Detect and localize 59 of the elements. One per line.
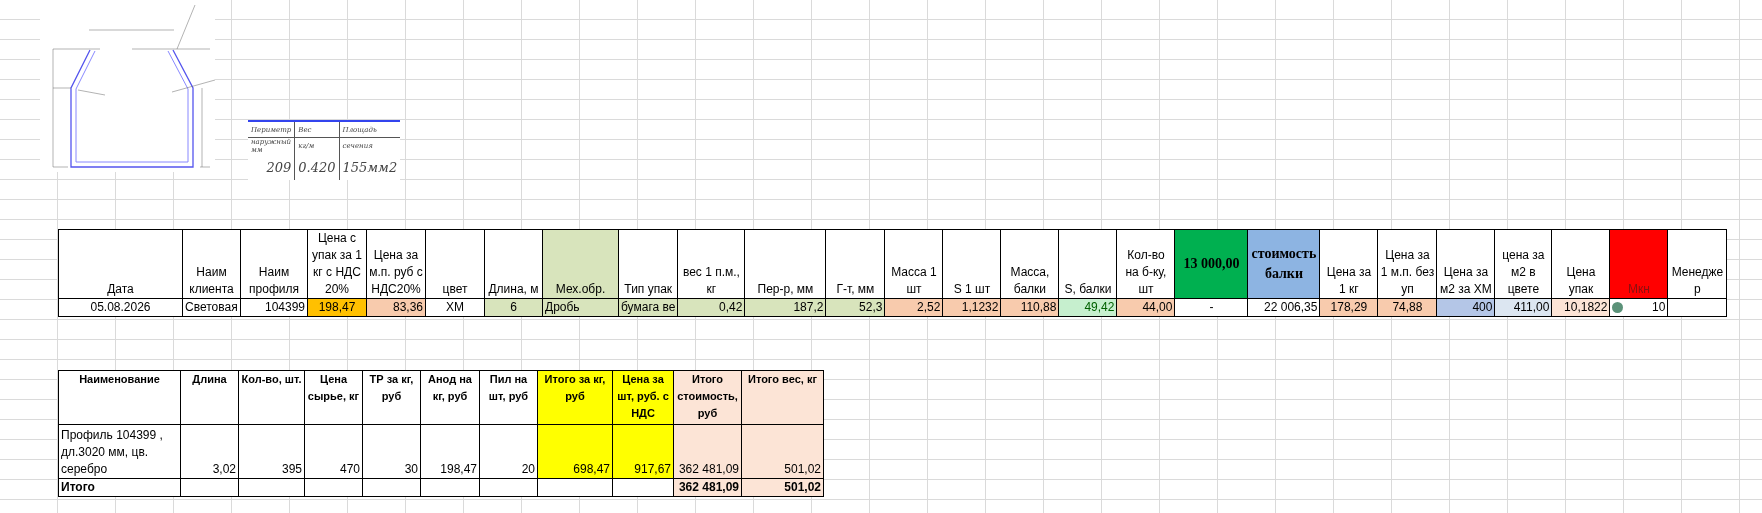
column-header: Дата [58, 229, 183, 299]
column-header: Итого за кг, руб [537, 370, 613, 425]
column-header: Цена упак [1551, 229, 1610, 299]
column-header: Пил на шт, руб [479, 370, 538, 425]
column-header: Цена за 1 м.п. без уп [1377, 229, 1437, 299]
table-cell: 917,67 [612, 424, 674, 479]
column-header: Итого стоимость, руб [673, 370, 742, 425]
column-header: Цена за 1 кг [1319, 229, 1378, 299]
column-header: вес 1 п.м., кг [677, 229, 745, 299]
table-cell: 104399 [240, 298, 308, 317]
table-cell: 501,02 [741, 424, 824, 479]
table-cell: 20 [479, 424, 538, 479]
table-cell: - [1174, 298, 1248, 317]
table-cell: 395 [238, 424, 305, 479]
column-header: Г-т, мм [825, 229, 885, 299]
column-header: Итого вес, кг [741, 370, 824, 425]
table-cell: 470 [304, 424, 363, 479]
table-cell: 30 [362, 424, 421, 479]
column-header: Длина, м [484, 229, 543, 299]
table-cell: 698,47 [537, 424, 613, 479]
column-header: S 1 шт [942, 229, 1001, 299]
column-header: Кол-во, шт. [238, 370, 305, 425]
column-header: Тип упак [618, 229, 678, 299]
column-header: Анод на кг, руб [420, 370, 480, 425]
column-header: S, балки [1058, 229, 1117, 299]
table-cell-value: 10 [1652, 299, 1666, 316]
column-header: Пер-р, мм [744, 229, 826, 299]
column-header: Масса 1 шт [884, 229, 943, 299]
table-cell: Итого [58, 478, 181, 497]
column-header: цвет [425, 229, 485, 299]
column-header: Длина [180, 370, 239, 425]
column-header: Цена с упак за 1 кг с НДС 20% [307, 229, 367, 299]
table-cell: Световая [182, 298, 241, 317]
column-header: Цена за шт, руб. с НДС [612, 370, 674, 425]
table-cell: 05.08.2026 [58, 298, 183, 317]
drawing-table-value: 0.420 [294, 154, 340, 180]
column-header: Цена за м2 за ХМ [1436, 229, 1495, 299]
column-header: Мех.обр. [542, 229, 619, 299]
column-header: Мкн [1609, 229, 1668, 299]
table-cell: 3,02 [180, 424, 239, 479]
column-header: 13 000,00 [1174, 229, 1248, 299]
table-cell: Профиль 104399 , дл.3020 мм, цв. серебро [58, 424, 181, 479]
column-header: Цена за м.п. руб с НДС20% [366, 229, 426, 299]
column-header: Масса, балки [1000, 229, 1059, 299]
drawing-table-value: 155мм2 [339, 154, 401, 180]
column-header: Кол-во на б-ку, шт [1116, 229, 1175, 299]
drawing-table-value: 209 [248, 154, 295, 180]
column-header: Цена сырье, кг [304, 370, 363, 425]
column-header: стоимость балки [1247, 229, 1320, 299]
table-cell: 198,47 [420, 424, 480, 479]
column-header: Наименование [58, 370, 181, 425]
column-header: Наим профиля [240, 229, 308, 299]
column-header: Менеджер [1667, 229, 1727, 299]
column-header: Наим клиента [182, 229, 241, 299]
table-cell: 362 481,09 [673, 424, 742, 479]
column-header: ТР за кг, руб [362, 370, 421, 425]
table-cell: ХМ [425, 298, 485, 317]
table-cell: 22 006,35 [1247, 298, 1320, 317]
column-header: цена за м2 в цвете [1494, 229, 1552, 299]
